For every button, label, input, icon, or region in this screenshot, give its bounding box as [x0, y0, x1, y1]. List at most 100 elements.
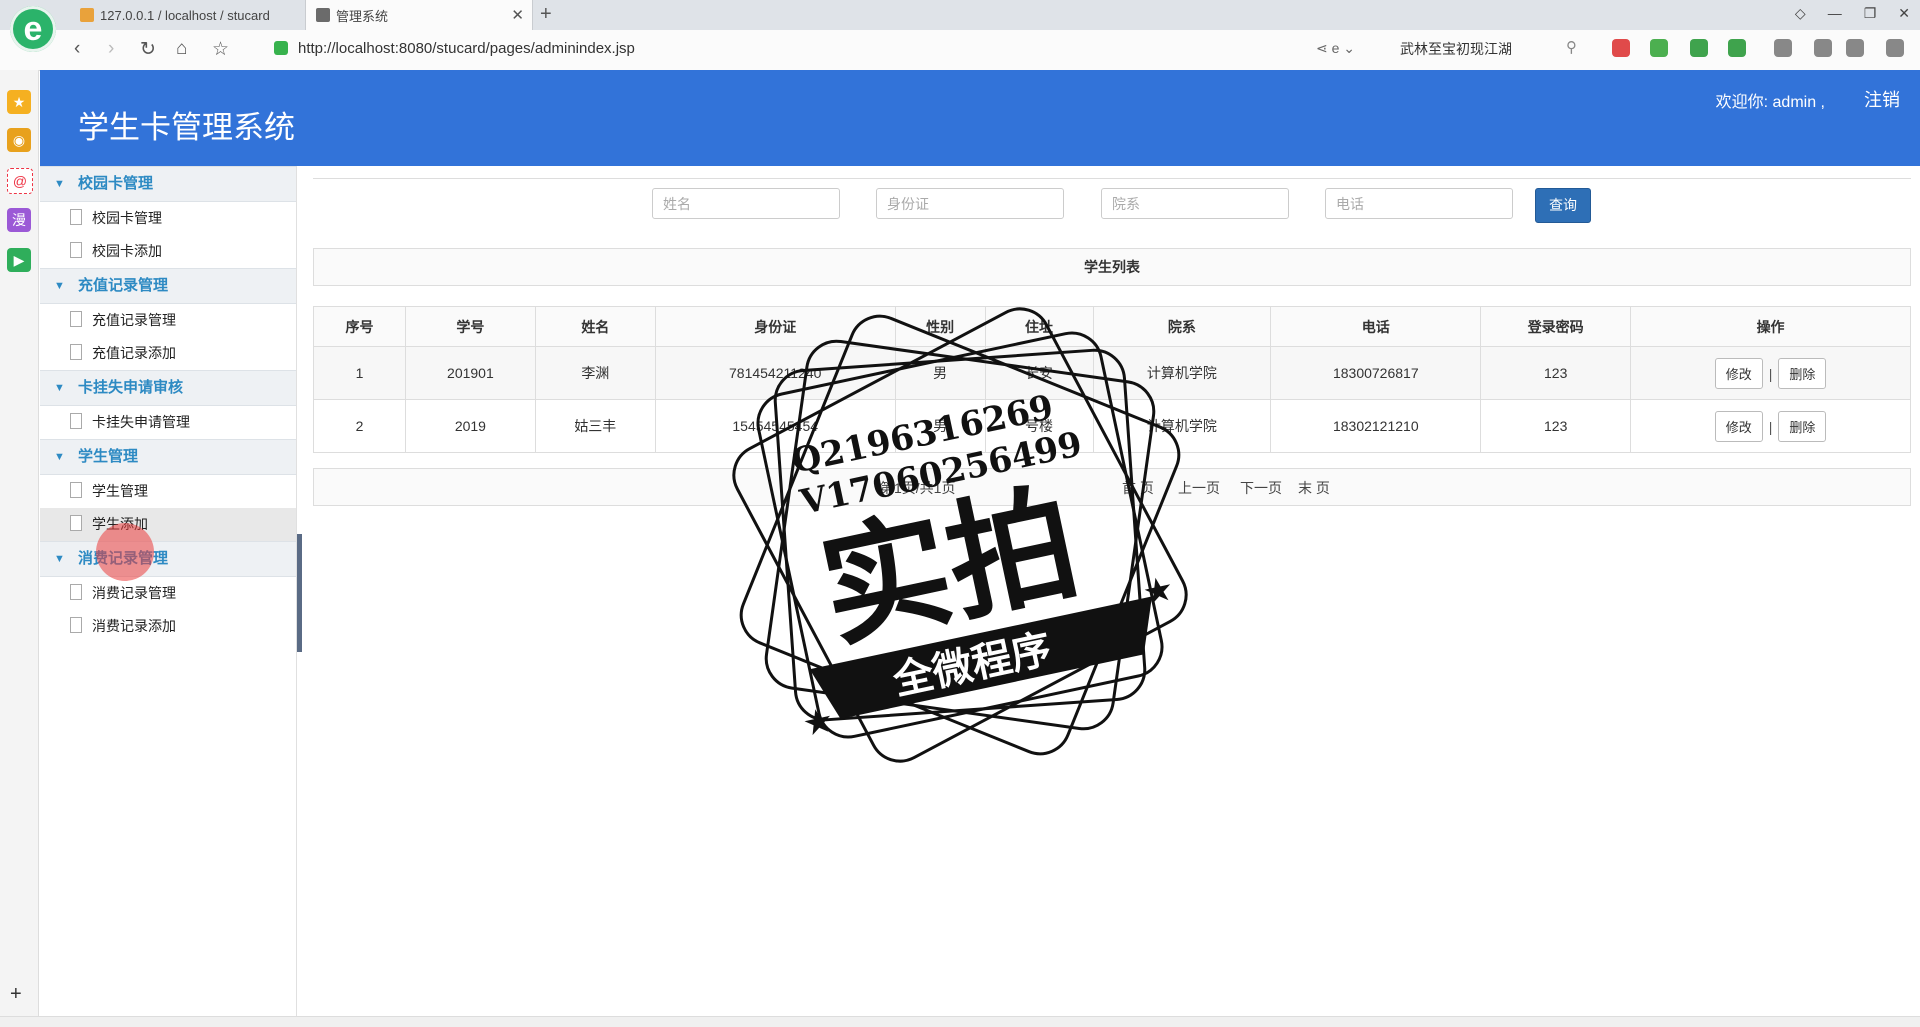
forward-icon[interactable]: › [108, 38, 114, 60]
page-favicon-icon [316, 8, 330, 22]
menu-icon[interactable] [1886, 39, 1904, 57]
reader-icon[interactable] [1814, 39, 1832, 57]
last-page-link[interactable]: 末 页 [1298, 478, 1330, 498]
sidebar-group-campus-card[interactable]: ▼ 校园卡管理 [40, 166, 296, 202]
search-form: 查询 [313, 178, 1911, 239]
cell-address: 号楼 [984, 399, 1094, 453]
delete-button[interactable]: 删除 [1778, 410, 1827, 442]
sidebar-group-label: 校园卡管理 [78, 175, 154, 192]
sidebar-item-label: 充值记录管理 [92, 312, 176, 328]
column-header: 序号 [313, 306, 406, 347]
sidebar-item-recharge-manage[interactable]: 充值记录管理 [40, 304, 296, 337]
minimize-button[interactable]: — [1828, 5, 1842, 22]
address-bar: ‹ › ↻ ⌂ ☆ http://localhost:8080/stucard/… [0, 30, 1920, 71]
cell-idcard: 781454211240 [654, 346, 896, 400]
next-page-link[interactable]: 下一页 [1240, 478, 1282, 498]
document-icon [70, 344, 82, 360]
cell-name: 李渊 [534, 346, 656, 400]
browser-tab-title: 管理系统 [336, 8, 389, 24]
sidebar-item-card-add[interactable]: 校园卡添加 [40, 235, 296, 268]
document-icon [70, 515, 82, 531]
sidebar-group-recharge[interactable]: ▼ 充值记录管理 [40, 268, 296, 304]
sidebar-item-label: 校园卡添加 [92, 243, 162, 259]
restore-button[interactable]: ❐ [1864, 5, 1877, 22]
delete-button[interactable]: 删除 [1778, 357, 1827, 389]
prev-page-link[interactable]: 上一页 [1178, 478, 1220, 498]
pagination-bar: 第1页/共1页 首 页 上一页 下一页 末 页 [313, 468, 1911, 506]
sidebar-item-student-add[interactable]: 学生添加 [40, 508, 296, 541]
cell-no: 2 [313, 399, 406, 453]
add-icon[interactable]: + [10, 983, 22, 1006]
status-bar [0, 1016, 1920, 1027]
table-row: 1 201901 李渊 781454211240 男 长安 计算机学院 1830… [313, 346, 1911, 400]
email-icon[interactable]: @ [7, 168, 33, 194]
sidebar-item-recharge-add[interactable]: 充值记录添加 [40, 337, 296, 370]
sidebar-group-consumption[interactable]: ▼ 消费记录管理 [40, 541, 296, 577]
close-tab-icon[interactable]: ✕ [511, 6, 524, 24]
cell-department: 计算机学院 [1092, 399, 1272, 453]
home-icon[interactable]: ⌂ [176, 38, 187, 60]
column-header: 院系 [1092, 306, 1272, 347]
back-icon[interactable]: ‹ [74, 38, 80, 60]
sidebar-item-card-manage[interactable]: 校园卡管理 [40, 202, 296, 235]
sidebar-splitter-handle[interactable] [297, 534, 302, 652]
scissors-icon[interactable] [1612, 39, 1630, 57]
video-icon[interactable]: ▶ [7, 248, 31, 272]
apps-icon[interactable] [1774, 39, 1792, 57]
welcome-text: 欢迎你: admin , [1715, 94, 1825, 111]
column-header: 学号 [404, 306, 536, 347]
game-icon[interactable] [1728, 39, 1746, 57]
shield-icon[interactable] [1690, 39, 1708, 57]
browser-logo-icon: e [10, 6, 56, 52]
weibo-icon[interactable]: ◉ [7, 128, 31, 152]
new-tab-button[interactable]: + [540, 3, 552, 26]
browser-tab-active[interactable]: 管理系统 ✕ [305, 0, 533, 30]
favorites-star-icon[interactable]: ★ [7, 90, 31, 114]
sidebar-item-consumption-manage[interactable]: 消费记录管理 [40, 577, 296, 610]
close-window-button[interactable]: ✕ [1898, 5, 1910, 22]
bookmark-star-icon[interactable]: ☆ [212, 38, 229, 61]
browser-search-field[interactable]: 武林至宝初现江湖 [1400, 39, 1512, 59]
search-icon[interactable]: ⚲ [1566, 38, 1577, 56]
sidebar-item-student-manage[interactable]: 学生管理 [40, 475, 296, 508]
idcard-search-input[interactable] [876, 188, 1064, 219]
star-icon: ★ [1139, 569, 1177, 613]
sidebar-group-label: 学生管理 [78, 448, 139, 465]
cell-phone: 18300726817 [1270, 346, 1482, 400]
sidebar-menu: ▼ 校园卡管理 校园卡管理 校园卡添加 ▼ 充值记录管理 充值记录管理 充值记录添加… [40, 166, 297, 1016]
caret-down-icon: ▼ [54, 178, 65, 190]
document-icon [70, 311, 82, 327]
first-page-link[interactable]: 首 页 [1122, 478, 1154, 498]
document-icon [70, 584, 82, 600]
sidebar-group-loss-report[interactable]: ▼ 卡挂失申请审核 [40, 370, 296, 406]
translate-icon[interactable] [1650, 39, 1668, 57]
phone-search-input[interactable] [1325, 188, 1513, 219]
comic-icon[interactable]: 漫 [7, 208, 31, 232]
name-search-input[interactable] [652, 188, 840, 219]
browser-tab-phpmyadmin[interactable]: 127.0.0.1 / localhost / stucard [70, 0, 302, 30]
url-field[interactable]: http://localhost:8080/stucard/pages/admi… [274, 40, 635, 57]
sidebar-item-loss-manage[interactable]: 卡挂失申请管理 [40, 406, 296, 439]
sidebar-group-student[interactable]: ▼ 学生管理 [40, 439, 296, 475]
reload-icon[interactable]: ↻ [140, 38, 156, 61]
document-icon [70, 209, 82, 225]
skin-icon[interactable]: ◇ [1795, 5, 1806, 22]
undo-icon[interactable] [1846, 39, 1864, 57]
document-icon [70, 617, 82, 633]
logout-link[interactable]: 注销 [1864, 86, 1900, 112]
department-search-input[interactable] [1101, 188, 1289, 219]
caret-down-icon: ▼ [54, 382, 65, 394]
watermark-ribbon-text: 全微程序 [888, 626, 1055, 704]
edit-button[interactable]: 修改 [1714, 357, 1763, 389]
sidebar-item-label: 消费记录管理 [92, 585, 176, 601]
share-icon[interactable]: ⋖ e ⌄ [1316, 40, 1355, 57]
edit-button[interactable]: 修改 [1714, 410, 1763, 442]
window-controls: ◇ — ❐ ✕ [1795, 5, 1910, 22]
cell-address: 长安 [984, 346, 1094, 400]
sidebar-item-consumption-add[interactable]: 消费记录添加 [40, 610, 296, 643]
query-button[interactable]: 查询 [1535, 188, 1591, 223]
document-icon [70, 482, 82, 498]
cell-password: 123 [1480, 399, 1632, 453]
table-header-row: 序号 学号 姓名 身份证 性别 住址 院系 电话 登录密码 操作 [313, 306, 1911, 347]
sidebar-item-label: 学生管理 [92, 483, 148, 499]
